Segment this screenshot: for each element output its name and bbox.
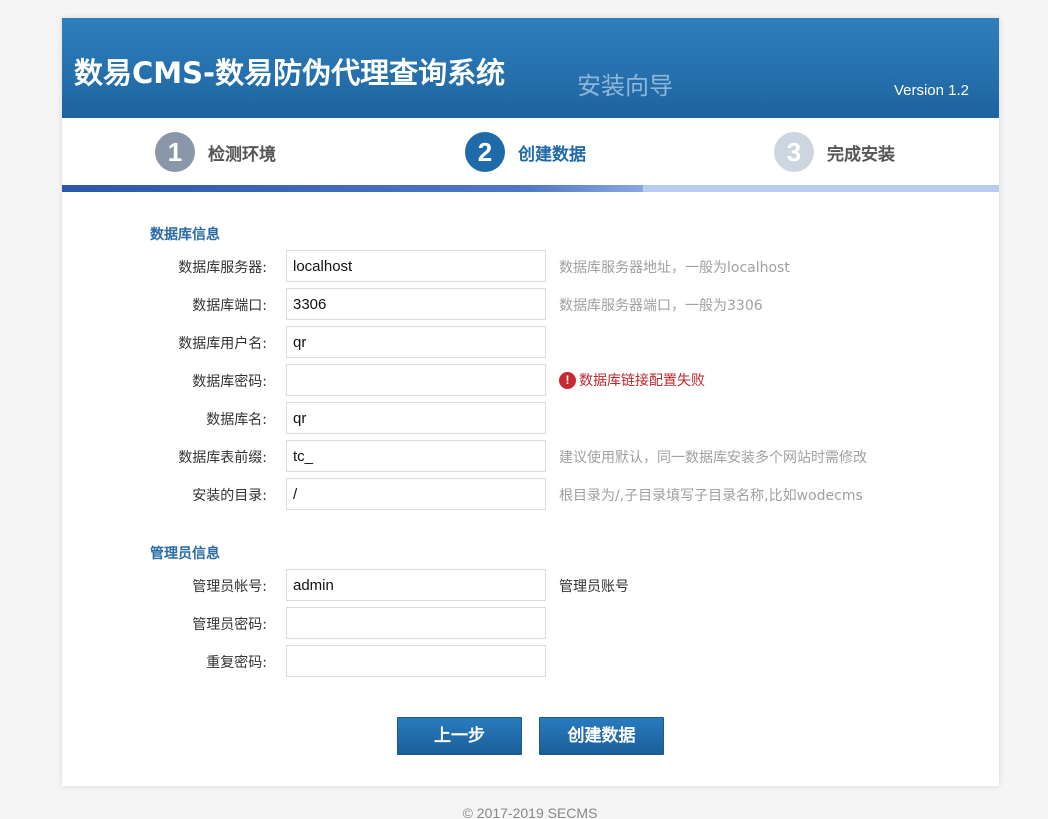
db-password-input[interactable] [286, 364, 546, 396]
step-number: 3 [774, 132, 814, 172]
step-number: 1 [155, 132, 195, 172]
db-host-row: 数据库服务器: 数据库服务器地址，一般为localhost [62, 250, 999, 282]
version-label: Version 1.2 [893, 82, 969, 99]
db-prefix-row: 数据库表前缀: 建议使用默认，同一数据库安装多个网站时需修改 [62, 440, 999, 472]
db-password-row: 数据库密码: ! 数据库链接配置失败 [62, 364, 999, 396]
step-check-environment: 1 检测环境 [155, 132, 276, 172]
step-progress-bar [62, 185, 643, 192]
install-dir-label: 安装的目录: [192, 488, 267, 504]
error-icon: ! [559, 371, 576, 389]
footer-copyright: © 2017-2019 SECMS [462, 805, 598, 819]
db-section-title: 数据库信息 [150, 227, 220, 243]
admin-password-row: 管理员密码: [62, 607, 999, 639]
db-name-label: 数据库名: [206, 412, 267, 428]
step-number: 2 [465, 132, 505, 172]
db-port-input[interactable] [286, 288, 546, 320]
step-finish-install: 3 完成安装 [774, 132, 895, 172]
admin-password-label: 管理员密码: [192, 617, 267, 633]
admin-password-input[interactable] [286, 607, 546, 639]
install-dir-hint: 根目录为/,子目录填写子目录名称,比如wodecms [559, 488, 863, 504]
admin-account-label: 管理员帐号: [192, 579, 267, 595]
step-label: 检测环境 [208, 144, 276, 165]
db-name-input[interactable] [286, 402, 546, 434]
create-data-button[interactable]: 创建数据 [539, 717, 664, 755]
db-port-row: 数据库端口: 数据库服务器端口，一般为3306 [62, 288, 999, 320]
db-prefix-hint: 建议使用默认，同一数据库安装多个网站时需修改 [559, 450, 867, 466]
prev-step-button[interactable]: 上一步 [397, 717, 522, 755]
db-prefix-label: 数据库表前缀: [178, 450, 267, 466]
db-prefix-input[interactable] [286, 440, 546, 472]
repeat-password-label: 重复密码: [206, 655, 267, 671]
db-port-label: 数据库端口: [192, 298, 267, 314]
step-label: 创建数据 [518, 144, 586, 165]
step-create-data: 2 创建数据 [465, 132, 586, 172]
db-host-input[interactable] [286, 250, 546, 282]
install-wizard-panel: 数易CMS-数易防伪代理查询系统 安装向导 Version 1.2 1 检测环境… [62, 18, 999, 786]
admin-account-row: 管理员帐号: 管理员账号 [62, 569, 999, 601]
header-banner: 数易CMS-数易防伪代理查询系统 安装向导 Version 1.2 [62, 18, 999, 118]
admin-section-title: 管理员信息 [150, 546, 220, 562]
db-password-label: 数据库密码: [192, 374, 267, 390]
db-user-input[interactable] [286, 326, 546, 358]
db-port-hint: 数据库服务器端口，一般为3306 [559, 298, 763, 314]
db-error-message: ! 数据库链接配置失败 [559, 370, 705, 390]
step-label: 完成安装 [827, 144, 895, 165]
db-user-row: 数据库用户名: [62, 326, 999, 358]
admin-account-input[interactable] [286, 569, 546, 601]
install-dir-input[interactable] [286, 478, 546, 510]
db-error-text: 数据库链接配置失败 [579, 373, 705, 389]
db-host-hint: 数据库服务器地址，一般为localhost [559, 260, 790, 276]
db-name-row: 数据库名: [62, 402, 999, 434]
step-indicator: 1 检测环境 2 创建数据 3 完成安装 [62, 118, 999, 192]
db-host-label: 数据库服务器: [178, 260, 267, 276]
repeat-password-row: 重复密码: [62, 645, 999, 677]
repeat-password-input[interactable] [286, 645, 546, 677]
app-title: 数易CMS-数易防伪代理查询系统 [74, 56, 506, 90]
install-dir-row: 安装的目录: 根目录为/,子目录填写子目录名称,比如wodecms [62, 478, 999, 510]
wizard-subtitle: 安装向导 [577, 72, 673, 100]
db-user-label: 数据库用户名: [178, 336, 267, 352]
admin-account-hint: 管理员账号 [559, 579, 629, 595]
